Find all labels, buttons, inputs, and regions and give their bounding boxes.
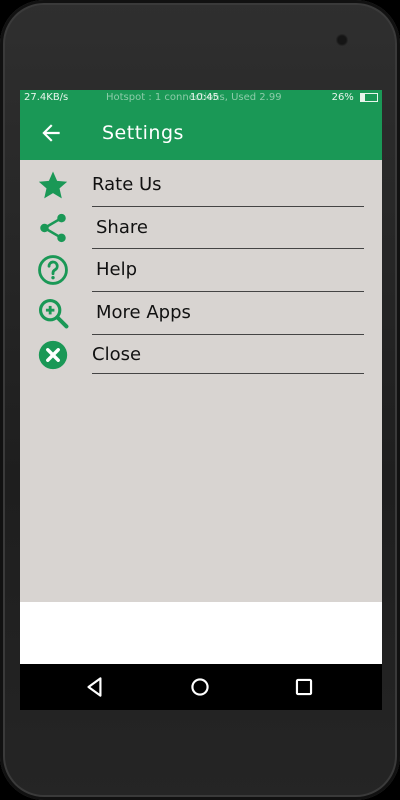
page-title: Settings xyxy=(102,122,184,144)
menu-item-more-apps[interactable]: More Apps xyxy=(20,294,382,334)
menu-label-more-apps: More Apps xyxy=(96,302,191,323)
menu-label-rate-us: Rate Us xyxy=(92,174,162,195)
screen: 27.4KB/s Hotspot : 1 connections, Used 2… xyxy=(20,90,382,710)
divider xyxy=(92,248,364,249)
close-icon xyxy=(38,340,68,370)
share-icon xyxy=(40,213,66,243)
battery-percent: 26% xyxy=(331,92,354,103)
menu-label-help: Help xyxy=(96,259,138,280)
back-arrow-icon[interactable] xyxy=(38,120,64,146)
status-bar: 27.4KB/s Hotspot : 1 connections, Used 2… xyxy=(20,90,382,106)
menu-label-share: Share xyxy=(96,217,148,238)
help-icon xyxy=(38,255,68,285)
status-clock: 10:45 xyxy=(190,92,219,103)
back-triangle-icon[interactable] xyxy=(82,674,108,700)
menu-label-close: Close xyxy=(92,344,142,365)
app-bar: Settings xyxy=(20,106,382,160)
menu-item-close[interactable]: Close xyxy=(20,336,382,376)
battery-icon xyxy=(360,92,378,102)
divider xyxy=(92,373,364,374)
divider xyxy=(92,291,364,292)
menu-item-share[interactable]: Share xyxy=(20,208,382,248)
phone-frame: 27.4KB/s Hotspot : 1 connections, Used 2… xyxy=(0,0,400,800)
divider xyxy=(92,334,364,335)
divider xyxy=(92,206,364,207)
bottom-white-area xyxy=(20,602,382,664)
front-camera xyxy=(336,34,348,46)
settings-list: Rate Us Share Help More Apps Close xyxy=(20,160,382,602)
network-speed: 27.4KB/s xyxy=(24,92,69,103)
star-icon xyxy=(38,171,68,199)
menu-item-rate-us[interactable]: Rate Us xyxy=(20,166,382,206)
system-nav-bar xyxy=(20,664,382,710)
recents-square-icon[interactable] xyxy=(291,674,317,700)
menu-item-help[interactable]: Help xyxy=(20,251,382,291)
battery-status: 26% xyxy=(332,90,378,106)
zoom-in-icon xyxy=(38,298,69,329)
home-circle-icon[interactable] xyxy=(187,674,213,700)
